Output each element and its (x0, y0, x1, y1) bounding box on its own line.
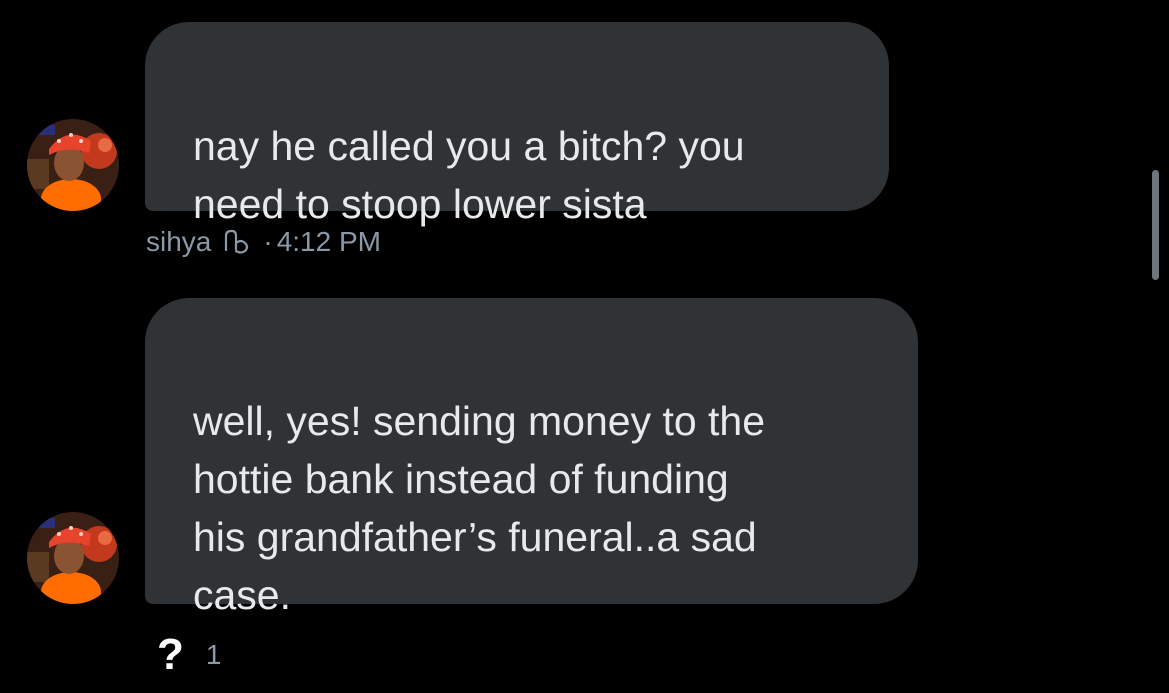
scrollbar-thumb[interactable] (1152, 170, 1159, 280)
reaction-count: 1 (205, 639, 222, 670)
message-meta: sihya · 4:12 PM (146, 223, 381, 261)
meta-separator: · (263, 226, 273, 257)
message-timestamp: 4:12 PM (276, 226, 381, 257)
sender-avatar[interactable] (27, 512, 119, 604)
sender-name: sihya (146, 226, 212, 257)
avatar-image (27, 512, 119, 604)
message-text: well, yes! sending money to the hottie b… (193, 398, 766, 618)
reaction-emoji: ? (157, 630, 184, 679)
sender-avatar[interactable] (27, 119, 119, 211)
reaction-badge[interactable]: ? 1 (157, 630, 221, 680)
avatar-image (27, 119, 119, 211)
message-bubble[interactable]: well, yes! sending money to the hottie b… (145, 298, 918, 618)
seen-check-icon (219, 225, 253, 259)
message-text: nay he called you a bitch? you need to s… (193, 123, 745, 227)
dm-conversation: nay he called you a bitch? you need to s… (0, 0, 1169, 693)
message-bubble[interactable]: nay he called you a bitch? you need to s… (145, 22, 889, 227)
